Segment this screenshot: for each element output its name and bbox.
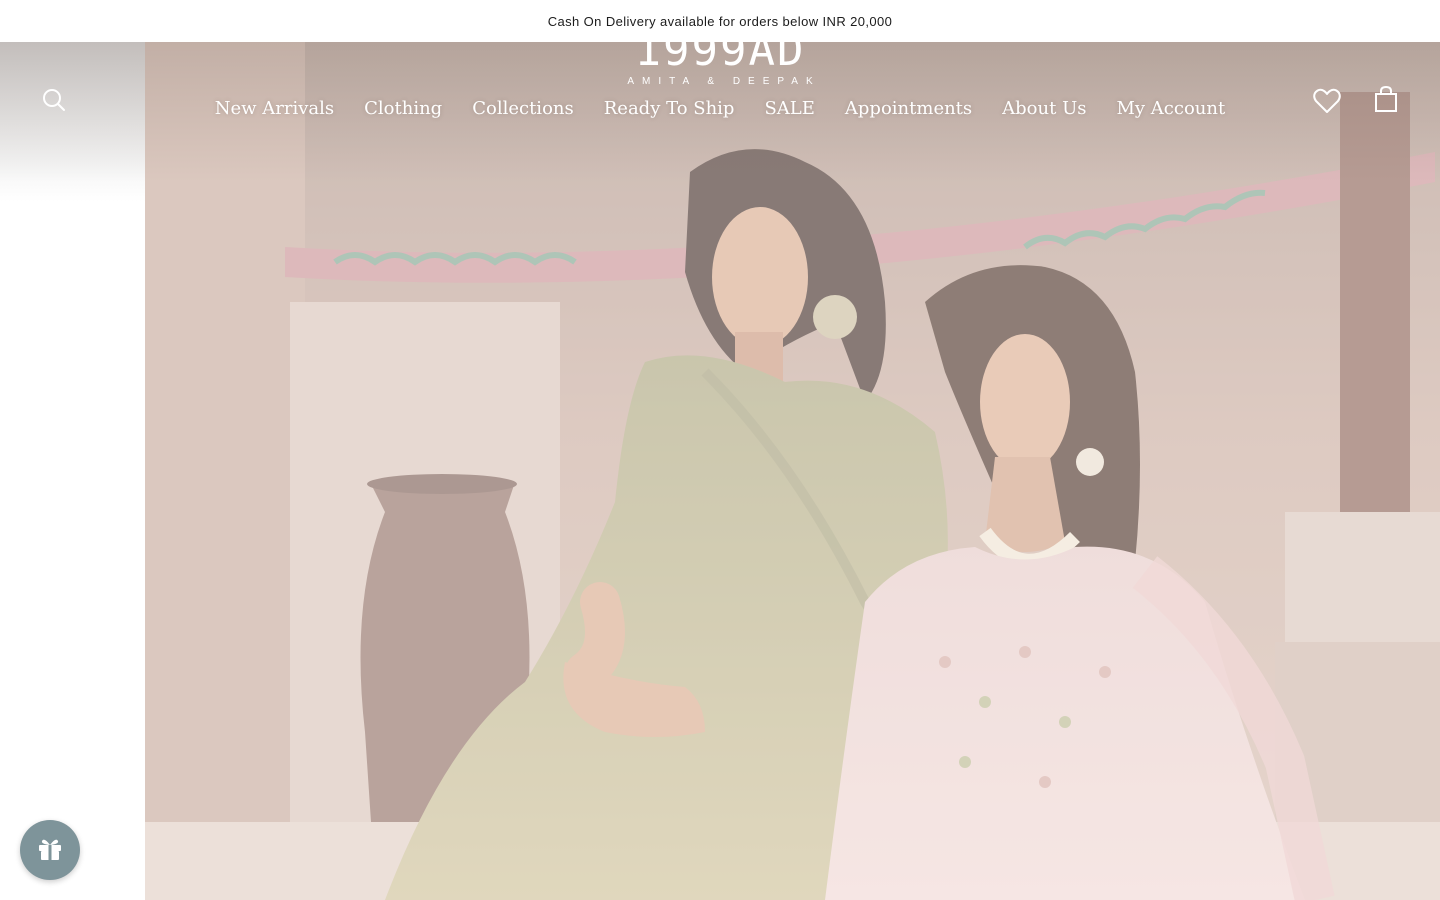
logo-wordmark: 1999AD bbox=[634, 25, 806, 76]
nav-item-about-us[interactable]: About Us bbox=[987, 96, 1101, 122]
nav-item-clothing[interactable]: Clothing bbox=[349, 96, 457, 122]
nav-item-ready-to-ship[interactable]: Ready To Ship bbox=[589, 96, 750, 122]
nav-item-my-account[interactable]: My Account bbox=[1101, 96, 1240, 122]
hero-banner[interactable] bbox=[0, 42, 1440, 900]
nav-item-sale[interactable]: SALE bbox=[749, 96, 829, 122]
rewards-gift-button[interactable] bbox=[20, 820, 80, 880]
site-logo[interactable]: 1999AD AMITA & DEEPAK bbox=[612, 25, 828, 88]
main-navigation: New Arrivals Clothing Collections Ready … bbox=[0, 96, 1440, 122]
nav-item-collections[interactable]: Collections bbox=[457, 96, 589, 122]
nav-item-appointments[interactable]: Appointments bbox=[830, 96, 987, 122]
gift-icon bbox=[36, 834, 64, 867]
nav-item-new-arrivals[interactable]: New Arrivals bbox=[200, 96, 349, 122]
logo-tagline: AMITA & DEEPAK bbox=[627, 76, 821, 87]
